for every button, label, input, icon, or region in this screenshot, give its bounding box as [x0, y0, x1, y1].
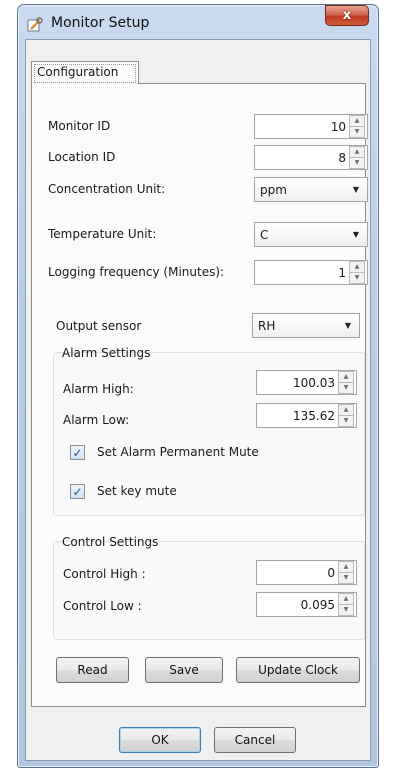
control-high-spinner[interactable]: 0 ▲ ▼	[256, 560, 357, 585]
spin-up-icon[interactable]: ▲	[339, 372, 353, 382]
spin-down-icon[interactable]: ▼	[350, 126, 364, 137]
chevron-down-icon: ▼	[352, 230, 359, 239]
spin-up-icon[interactable]: ▲	[339, 405, 353, 415]
control-settings-group	[53, 541, 365, 640]
spin-buttons[interactable]: ▲ ▼	[338, 404, 354, 427]
monitor-id-spinner[interactable]: 10 ▲ ▼	[254, 114, 368, 139]
control-low-label: Control Low :	[63, 599, 142, 613]
spin-buttons[interactable]: ▲ ▼	[349, 146, 365, 169]
chevron-down-icon: ▼	[344, 321, 351, 330]
tab-configuration[interactable]: Configuration	[31, 61, 139, 84]
alarm-low-spinner[interactable]: 135.62 ▲ ▼	[256, 403, 357, 428]
logging-frequency-spinner[interactable]: 1 ▲ ▼	[254, 260, 368, 285]
alarm-low-label: Alarm Low:	[63, 413, 130, 427]
concentration-unit-select[interactable]: ppm ▼	[254, 177, 368, 202]
close-icon: x	[342, 8, 352, 23]
alarm-permanent-mute-checkbox[interactable]: ✓	[70, 445, 85, 460]
logging-frequency-value: 1	[338, 265, 346, 280]
output-sensor-select[interactable]: RH ▼	[252, 313, 360, 338]
temperature-unit-select[interactable]: C ▼	[254, 222, 368, 247]
read-button[interactable]: Read	[56, 657, 129, 683]
ok-button[interactable]: OK	[119, 727, 201, 753]
spin-buttons[interactable]: ▲ ▼	[338, 593, 354, 616]
spin-buttons[interactable]: ▲ ▼	[338, 371, 354, 394]
wrench-icon	[27, 17, 43, 33]
spin-up-icon[interactable]: ▲	[350, 262, 364, 272]
check-icon: ✓	[72, 445, 83, 460]
spin-up-icon[interactable]: ▲	[339, 594, 353, 604]
check-icon: ✓	[72, 484, 83, 499]
chevron-down-icon: ▼	[352, 185, 359, 194]
alarm-permanent-mute-label[interactable]: Set Alarm Permanent Mute	[97, 445, 259, 459]
alarm-high-value: 100.03	[293, 375, 335, 390]
temperature-unit-label: Temperature Unit:	[48, 227, 157, 241]
monitor-id-value: 10	[330, 119, 346, 134]
concentration-unit-label: Concentration Unit:	[48, 182, 166, 196]
control-low-value: 0.095	[300, 597, 335, 612]
output-sensor-label: Output sensor	[56, 319, 142, 333]
output-sensor-value: RH	[258, 318, 276, 333]
spin-down-icon[interactable]: ▼	[339, 572, 353, 583]
window-title: Monitor Setup	[51, 15, 150, 31]
spin-buttons[interactable]: ▲ ▼	[338, 561, 354, 584]
spin-buttons[interactable]: ▲ ▼	[349, 115, 365, 138]
monitor-id-label: Monitor ID	[48, 119, 111, 133]
location-id-label: Location ID	[48, 150, 116, 164]
update-clock-button[interactable]: Update Clock	[236, 657, 360, 683]
alarm-high-spinner[interactable]: 100.03 ▲ ▼	[256, 370, 357, 395]
key-mute-label[interactable]: Set key mute	[97, 484, 177, 498]
location-id-value: 8	[338, 150, 346, 165]
spin-up-icon[interactable]: ▲	[339, 562, 353, 572]
alarm-settings-title: Alarm Settings	[62, 346, 151, 360]
control-settings-title: Control Settings	[62, 535, 159, 549]
save-button[interactable]: Save	[145, 657, 223, 683]
concentration-unit-value: ppm	[260, 182, 287, 197]
alarm-low-value: 135.62	[293, 408, 335, 423]
spin-up-icon[interactable]: ▲	[350, 147, 364, 157]
logging-frequency-label: Logging frequency (Minutes):	[48, 265, 225, 279]
control-low-spinner[interactable]: 0.095 ▲ ▼	[256, 592, 357, 617]
spin-down-icon[interactable]: ▼	[339, 382, 353, 393]
location-id-spinner[interactable]: 8 ▲ ▼	[254, 145, 368, 170]
tab-configuration-label: Configuration	[37, 65, 119, 79]
spin-down-icon[interactable]: ▼	[350, 272, 364, 283]
spin-buttons[interactable]: ▲ ▼	[349, 261, 365, 284]
control-high-value: 0	[327, 565, 335, 580]
spin-up-icon[interactable]: ▲	[350, 116, 364, 126]
key-mute-checkbox[interactable]: ✓	[70, 484, 85, 499]
alarm-high-label: Alarm High:	[63, 382, 134, 396]
spin-down-icon[interactable]: ▼	[350, 157, 364, 168]
close-button[interactable]: x	[325, 5, 369, 26]
cancel-button[interactable]: Cancel	[214, 727, 296, 753]
control-high-label: Control High :	[63, 567, 146, 581]
temperature-unit-value: C	[260, 227, 269, 242]
spin-down-icon[interactable]: ▼	[339, 604, 353, 615]
spin-down-icon[interactable]: ▼	[339, 415, 353, 426]
